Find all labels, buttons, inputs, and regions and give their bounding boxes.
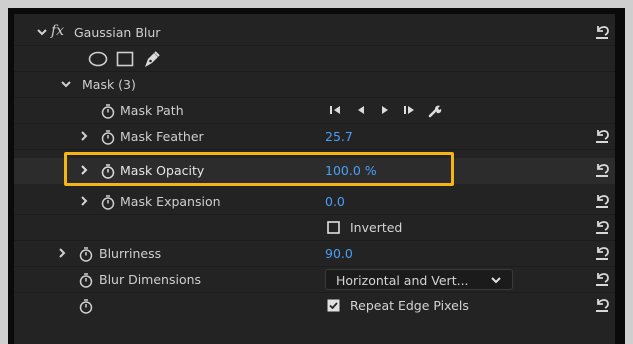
mask-path-row: Mask Path (14, 98, 615, 124)
inverted-checkbox[interactable] (327, 221, 340, 234)
repeat-edge-checkbox[interactable] (327, 299, 340, 312)
chevron-down-icon[interactable] (60, 76, 72, 92)
mask-feather-label: Mask Feather (120, 129, 204, 144)
rectangle-mask-icon[interactable] (115, 49, 135, 69)
blurriness-value[interactable]: 90.0 (325, 246, 353, 261)
track-forward-icon[interactable] (378, 103, 392, 117)
reset-icon[interactable] (594, 161, 610, 179)
stopwatch-icon[interactable] (100, 193, 116, 211)
reset-icon[interactable] (594, 296, 610, 314)
mask-tools-row (14, 46, 615, 72)
chevron-right-icon[interactable] (56, 245, 68, 261)
wrench-icon[interactable] (427, 103, 443, 119)
blur-dimensions-row: Blur Dimensions Horizontal and Vert... (14, 267, 615, 293)
inverted-row: Inverted (14, 215, 615, 241)
chevron-down-icon[interactable] (36, 24, 48, 40)
mask-group-row[interactable]: Mask (3) (14, 72, 615, 98)
repeat-edge-label: Repeat Edge Pixels (350, 298, 469, 313)
chevron-right-icon[interactable] (78, 193, 90, 209)
stopwatch-icon[interactable] (100, 128, 116, 146)
highlight-annotation (64, 152, 454, 186)
stopwatch-icon[interactable] (78, 245, 94, 263)
mask-path-label: Mask Path (120, 103, 184, 118)
mask-feather-value[interactable]: 25.7 (325, 129, 353, 144)
mask-feather-row: Mask Feather 25.7 (14, 124, 615, 150)
reset-icon[interactable] (594, 244, 610, 262)
mask-expansion-row: Mask Expansion 0.0 (14, 189, 615, 215)
blur-dimensions-selected: Horizontal and Vert... (336, 273, 469, 288)
ellipse-mask-icon[interactable] (88, 49, 108, 69)
blurriness-label: Blurriness (99, 246, 162, 261)
effect-name: Gaussian Blur (74, 25, 161, 40)
reset-icon[interactable] (594, 218, 610, 236)
chevron-down-icon (491, 277, 501, 284)
track-backward-one-icon[interactable] (328, 103, 344, 117)
reset-icon[interactable] (594, 192, 610, 210)
blur-dimensions-label: Blur Dimensions (99, 272, 202, 287)
fx-badge[interactable]: fx (51, 23, 64, 39)
blur-dimensions-dropdown[interactable]: Horizontal and Vert... (325, 269, 513, 290)
stopwatch-icon[interactable] (78, 297, 94, 315)
stopwatch-icon[interactable] (100, 102, 116, 120)
track-backward-icon[interactable] (354, 103, 368, 117)
mask-expansion-value[interactable]: 0.0 (325, 194, 345, 209)
inverted-label: Inverted (350, 220, 403, 235)
chevron-right-icon[interactable] (78, 128, 90, 144)
mask-expansion-label: Mask Expansion (120, 194, 221, 209)
reset-icon[interactable] (594, 23, 610, 41)
reset-icon[interactable] (594, 270, 610, 288)
blurriness-row: Blurriness 90.0 (14, 241, 615, 267)
stopwatch-icon[interactable] (78, 271, 94, 289)
pen-mask-icon[interactable] (142, 49, 162, 69)
mask-group-label: Mask (3) (82, 77, 136, 92)
track-forward-one-icon[interactable] (402, 103, 418, 117)
reset-icon[interactable] (594, 127, 610, 145)
repeat-edge-row: Repeat Edge Pixels (14, 293, 615, 319)
effect-header-row[interactable]: fx Gaussian Blur (14, 20, 615, 46)
